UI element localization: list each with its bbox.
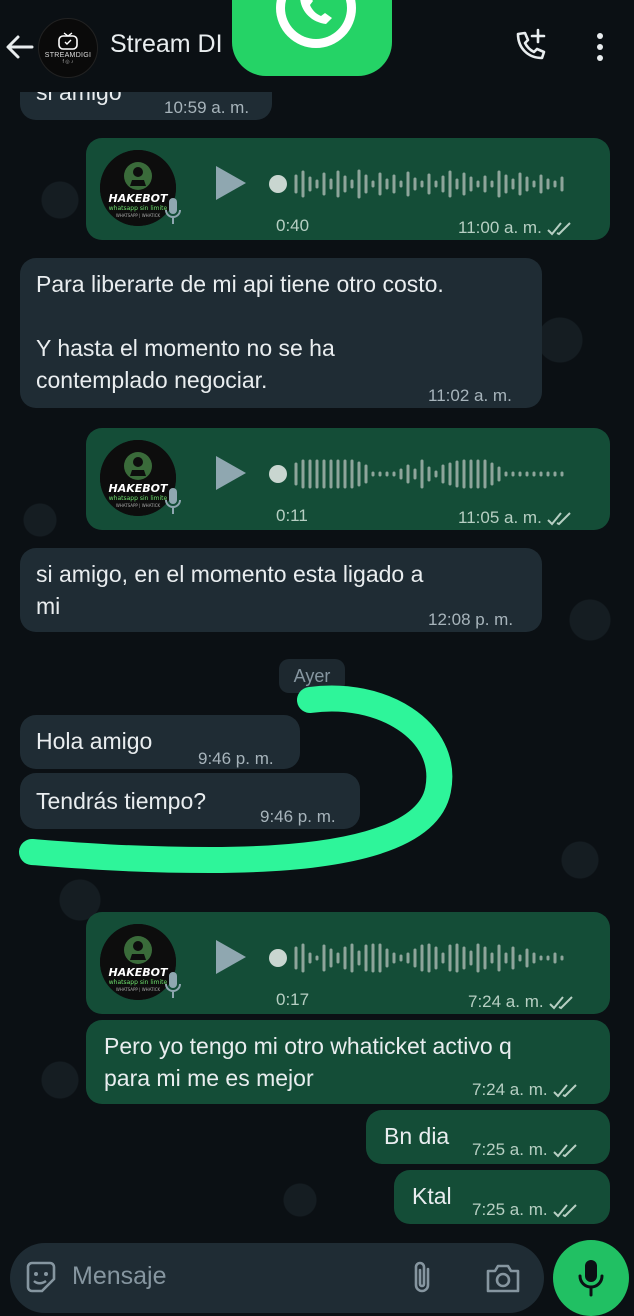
whatsapp-logo-icon: [276, 0, 356, 48]
message-time-text: 7:25 a. m.: [472, 1140, 548, 1159]
message-time: 7:25 a. m.: [472, 1134, 580, 1166]
svg-text:WHATSAPP | WHATICK: WHATSAPP | WHATICK: [116, 987, 161, 992]
svg-text:WHATSAPP | WHATICK: WHATSAPP | WHATICK: [116, 213, 161, 218]
mic-small-icon: [165, 488, 181, 514]
message-bubble-outgoing[interactable]: Ktal 7:25 a. m.: [394, 1170, 610, 1224]
message-bubble-incoming[interactable]: Para liberarte de mi api tiene otro cost…: [20, 258, 542, 408]
message-time: 11:00 a. m.: [458, 212, 574, 244]
message-text: Ktal: [412, 1183, 452, 1209]
voice-duration: 0:17: [276, 990, 310, 1009]
tv-icon: [58, 31, 78, 50]
message-line: mi: [36, 593, 61, 619]
audio-waveform[interactable]: [266, 168, 586, 200]
contact-name[interactable]: Stream DI: [110, 30, 223, 59]
message-bubble-outgoing[interactable]: Pero yo tengo mi otro whaticket activo q…: [86, 1020, 610, 1104]
message-time: 11:05 a. m.: [458, 502, 574, 534]
voice-record-button[interactable]: [553, 1240, 629, 1316]
svg-text:HAKEBOT: HAKEBOT: [109, 482, 169, 495]
message-time: 7:24 a. m.: [468, 986, 576, 1018]
message-text: Para liberarte de mi api tiene otro cost…: [36, 268, 444, 396]
more-options-icon[interactable]: [590, 30, 610, 64]
voice-duration: 0:40: [276, 216, 310, 235]
message-time: 7:25 a. m.: [472, 1194, 580, 1226]
message-bubble-incoming[interactable]: Hola amigo 9:46 p. m.: [20, 715, 300, 769]
message-bubble-outgoing[interactable]: Bn dia 7:25 a. m.: [366, 1110, 610, 1164]
message-line: Para liberarte de mi api tiene otro cost…: [36, 271, 444, 297]
svg-text:whatsapp sin limite: whatsapp sin limite: [109, 205, 168, 212]
message-input-placeholder[interactable]: Mensaje: [72, 1262, 167, 1291]
message-time-text: 7:24 a. m.: [468, 992, 544, 1011]
message-time-text: 7:24 a. m.: [472, 1080, 548, 1099]
voice-message-outgoing[interactable]: HAKEBOT whatsapp sin limite WHATSAPP | W…: [86, 138, 610, 240]
message-time-text: 7:25 a. m.: [472, 1200, 548, 1219]
double-check-icon: [552, 1083, 577, 1098]
voice-message-outgoing[interactable]: HAKEBOT whatsapp sin limite WHATSAPP | W…: [86, 428, 610, 530]
message-text: Bn dia: [384, 1123, 450, 1149]
message-line: Pero yo tengo mi otro whaticket activo q: [104, 1033, 512, 1059]
play-icon[interactable]: [212, 454, 248, 492]
voice-message-outgoing[interactable]: HAKEBOT whatsapp sin limite WHATSAPP | W…: [86, 912, 610, 1014]
message-composer[interactable]: Mensaje: [10, 1243, 544, 1313]
play-icon[interactable]: [212, 938, 248, 976]
svg-text:whatsapp sin limite: whatsapp sin limite: [109, 495, 168, 502]
svg-text:HAKEBOT: HAKEBOT: [109, 966, 169, 979]
message-line: para mi me es mejor: [104, 1065, 314, 1091]
svg-text:whatsapp sin limite: whatsapp sin limite: [109, 979, 168, 986]
message-time-text: 11:00 a. m.: [458, 218, 542, 237]
audio-waveform[interactable]: [266, 942, 586, 974]
message-bubble-incoming[interactable]: si amigo, en el momento esta ligado a mi…: [20, 548, 542, 632]
message-time-text: 11:05 a. m.: [458, 508, 542, 527]
mic-small-icon: [165, 198, 181, 224]
message-line: si amigo, en el momento esta ligado a: [36, 561, 424, 587]
message-text: Hola amigo: [36, 728, 153, 754]
voice-duration: 0:11: [276, 506, 308, 525]
play-icon[interactable]: [212, 164, 248, 202]
message-time: 10:59 a. m.: [164, 98, 250, 117]
message-text: Tendrás tiempo?: [36, 788, 207, 814]
message-time: 9:46 p. m.: [260, 807, 336, 826]
mic-small-icon: [165, 972, 181, 998]
message-line: Y hasta el momento no se ha: [36, 335, 335, 361]
message-time: 11:02 a. m.: [428, 386, 512, 405]
svg-text:WHATSAPP | WHATICK: WHATSAPP | WHATICK: [116, 503, 161, 508]
double-check-icon: [552, 1143, 577, 1158]
message-bubble-incoming[interactable]: Tendrás tiempo? 9:46 p. m.: [20, 773, 360, 829]
attach-clip-icon[interactable]: [408, 1259, 438, 1297]
camera-icon[interactable]: [484, 1261, 522, 1295]
message-time: 9:46 p. m.: [198, 749, 274, 768]
message-text: Pero yo tengo mi otro whaticket activo q…: [104, 1030, 512, 1094]
double-check-icon: [547, 221, 571, 236]
add-call-icon[interactable]: [512, 28, 548, 64]
contact-avatar[interactable]: STREAMDIGI f ◎ ♪: [38, 18, 98, 78]
back-arrow-icon[interactable]: [2, 30, 36, 64]
avatar-social-icons: f ◎ ♪: [62, 58, 74, 65]
message-text: si amigo, en el momento esta ligado a mi: [36, 558, 423, 622]
message-line: [36, 300, 444, 332]
sticker-emoji-icon[interactable]: [24, 1261, 58, 1295]
date-separator: Ayer: [279, 659, 345, 693]
audio-waveform[interactable]: [266, 458, 586, 490]
avatar-brand-text: STREAMDIGI: [44, 51, 92, 59]
message-line: contemplado negociar.: [36, 367, 268, 393]
double-check-icon: [547, 511, 571, 526]
whatsapp-logo-overlay: [232, 0, 392, 76]
svg-text:HAKEBOT: HAKEBOT: [109, 192, 169, 205]
microphone-icon: [578, 1260, 604, 1297]
message-time: 12:08 p. m.: [428, 610, 514, 629]
double-check-icon: [548, 995, 573, 1010]
message-time: 7:24 a. m.: [472, 1074, 580, 1106]
double-check-icon: [552, 1203, 577, 1218]
